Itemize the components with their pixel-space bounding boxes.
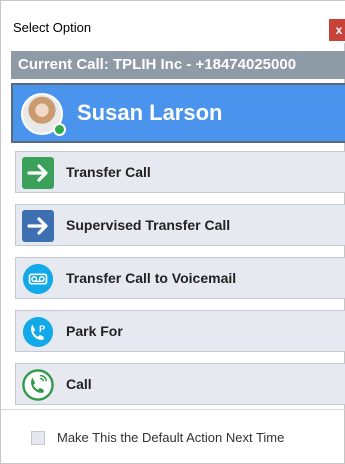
voicemail-icon (22, 263, 54, 295)
default-action-label: Make This the Default Action Next Time (57, 430, 285, 445)
contact-name: Susan Larson (77, 100, 223, 125)
default-action-row[interactable]: Make This the Default Action Next Time (31, 426, 345, 450)
default-action-checkbox[interactable] (31, 431, 45, 445)
option-label: Transfer Call to Voicemail (66, 270, 237, 286)
svg-text:P: P (39, 323, 45, 334)
arrow-right-green-icon (22, 157, 54, 189)
option-label: Call (66, 376, 92, 392)
option-park-for[interactable]: P Park For (15, 310, 345, 352)
park-phone-icon: P (22, 316, 54, 348)
option-label: Park For (66, 323, 123, 339)
window-title: Select Option (13, 20, 92, 35)
contact-card[interactable]: Susan Larson (11, 83, 345, 143)
option-transfer-to-voicemail[interactable]: Transfer Call to Voicemail (15, 257, 345, 299)
title-bar: Select Option x (1, 1, 345, 43)
option-label: Transfer Call (66, 164, 151, 180)
option-transfer-call[interactable]: Transfer Call (15, 151, 345, 193)
divider (1, 409, 345, 410)
select-option-dialog: Select Option x Current Call: TPLIH Inc … (0, 0, 345, 464)
option-call[interactable]: Call (15, 363, 345, 405)
arrow-right-blue-icon (22, 210, 54, 242)
option-label: Supervised Transfer Call (66, 217, 231, 233)
phone-call-icon (22, 369, 54, 401)
current-call-bar: Current Call: TPLIH Inc - +18474025000 (11, 51, 345, 79)
presence-status-icon (53, 123, 66, 136)
option-supervised-transfer-call[interactable]: Supervised Transfer Call (15, 204, 345, 246)
close-button[interactable]: x (329, 19, 345, 41)
